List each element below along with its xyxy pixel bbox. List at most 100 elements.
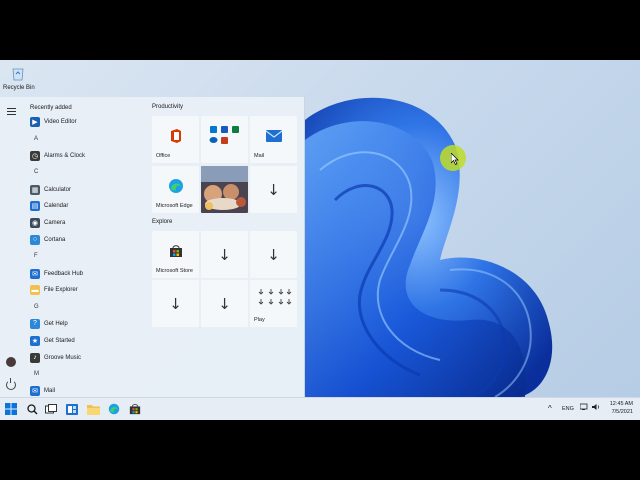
recycle-bin-icon — [9, 64, 27, 82]
widgets-icon — [66, 403, 78, 415]
play-folder-icon — [256, 288, 292, 306]
productivity-group-title: Productivity — [152, 104, 184, 110]
calendar-icon: ▤ — [30, 201, 40, 212]
file-explorer-taskbar-button[interactable] — [86, 402, 100, 416]
app-list-item-label: Get Started — [44, 337, 75, 344]
tile-downloading-2[interactable]: ↓ — [201, 231, 248, 278]
desktop-icon-recycle-bin[interactable]: Recycle Bin — [3, 64, 35, 91]
app-list-item[interactable]: ▦ Calculator — [22, 181, 147, 198]
desktop-screen: Recycle Bin Recently added ▶ Video Editor A… — [0, 60, 640, 420]
app-list-item-label: Video Editor — [44, 119, 77, 126]
start-button[interactable] — [4, 402, 18, 416]
tile-office-apps-folder[interactable] — [201, 116, 248, 163]
power-icon[interactable] — [6, 378, 16, 390]
feedback-hub-icon: ✉ — [30, 268, 40, 279]
app-list-item-label: Alarms & Clock — [44, 152, 86, 159]
app-list-item-label: Mail — [44, 388, 56, 395]
download-arrow-icon: ↓ — [169, 294, 182, 313]
app-list-item[interactable]: ? Get Help — [22, 316, 147, 333]
help-icon: ? — [30, 318, 40, 329]
tile-downloading-1[interactable]: ↓ — [250, 166, 297, 213]
app-list-letter-header[interactable]: C — [22, 164, 147, 181]
edge-icon — [168, 178, 184, 194]
app-list-letter-header[interactable]: G — [22, 299, 147, 316]
tile-office-label: Office — [156, 153, 171, 159]
app-list-item-label: Feedback Hub — [44, 270, 84, 277]
tile-downloading-4[interactable]: ↓ — [152, 280, 199, 327]
windows-logo-icon — [5, 403, 17, 415]
download-arrow-icon: ↓ — [267, 180, 280, 199]
app-list-item-label: Get Help — [44, 320, 68, 327]
tile-photos[interactable] — [201, 166, 248, 213]
tile-downloading-3[interactable]: ↓ — [250, 231, 297, 278]
folder-icon: ▬ — [30, 285, 40, 296]
tile-play-folder[interactable]: Play — [250, 280, 297, 327]
tile-microsoft-edge[interactable]: Microsoft Edge — [152, 166, 199, 213]
recycle-bin-label: Recycle Bin — [3, 85, 35, 91]
clock-icon: ◷ — [30, 150, 40, 161]
download-arrow-icon: ↓ — [218, 245, 231, 264]
tile-mail-label: Mail — [254, 153, 265, 159]
office-icon — [168, 128, 184, 144]
tile-mail[interactable]: Mail — [250, 116, 297, 163]
tile-play-label: Play — [254, 317, 265, 323]
app-list-item[interactable]: ◷ Alarms & Clock — [22, 148, 147, 165]
folder-icon — [86, 404, 100, 415]
get-started-icon: ★ — [30, 335, 40, 346]
tile-office[interactable]: Office — [152, 116, 199, 163]
app-list-item[interactable]: ◉ Camera — [22, 215, 147, 232]
clock-time: 12:45 AM — [609, 401, 633, 407]
taskbar: ^ ENG 12:45 AM 7/5/2021 — [0, 397, 640, 420]
app-list-item[interactable]: ▶ Video Editor — [22, 114, 147, 131]
clock[interactable]: 12:45 AM 7/5/2021 — [607, 401, 633, 415]
cortana-icon: ○ — [30, 234, 40, 245]
app-list-item[interactable]: ♪ Groove Music — [22, 349, 147, 366]
user-avatar[interactable] — [6, 357, 16, 367]
app-list-item[interactable]: ✉ Feedback Hub — [22, 265, 147, 282]
mail-icon: ✉ — [30, 386, 40, 397]
app-list-letter-header[interactable]: M — [22, 366, 147, 383]
camera-icon: ◉ — [30, 218, 40, 229]
store-icon — [129, 404, 141, 415]
download-arrow-icon: ↓ — [218, 294, 231, 313]
app-list-item[interactable]: ▬ File Explorer — [22, 282, 147, 299]
tile-downloading-5[interactable]: ↓ — [201, 280, 248, 327]
app-list-item-label: Camera — [44, 220, 66, 227]
task-view-button[interactable] — [44, 402, 58, 416]
widgets-button[interactable] — [65, 402, 79, 416]
app-list-item[interactable]: ★ Get Started — [22, 332, 147, 349]
start-menu: Recently added ▶ Video Editor A ◷ Alarms & Cl… — [0, 97, 305, 397]
explore-group-title: Explore — [152, 219, 173, 225]
store-icon — [169, 244, 183, 258]
music-icon: ♪ — [30, 352, 40, 363]
search-icon — [26, 403, 37, 414]
clock-date: 7/5/2021 — [611, 409, 633, 415]
hamburger-menu-icon[interactable] — [7, 108, 16, 117]
app-list-item-label: Calendar — [44, 203, 69, 210]
app-list-letter-header[interactable]: A — [22, 131, 147, 148]
search-button[interactable] — [25, 402, 39, 416]
app-list-item[interactable]: ▤ Calendar — [22, 198, 147, 215]
tile-microsoft-store[interactable]: Microsoft Store — [152, 231, 199, 278]
app-list-letter-header[interactable]: F — [22, 248, 147, 265]
edge-icon — [108, 403, 120, 415]
app-list-item[interactable]: ○ Cortana — [22, 232, 147, 249]
volume-icon[interactable] — [592, 403, 601, 413]
app-list-item-label: File Explorer — [44, 287, 78, 294]
store-taskbar-button[interactable] — [128, 402, 142, 416]
show-hidden-icons-chevron-icon[interactable]: ^ — [548, 404, 552, 413]
tile-store-label: Microsoft Store — [156, 268, 193, 274]
edge-taskbar-button[interactable] — [107, 402, 121, 416]
photo-thumbnail — [201, 166, 248, 213]
all-apps-list: Recently added ▶ Video Editor A ◷ Alarms & Cl… — [22, 102, 147, 400]
tile-edge-label: Microsoft Edge — [156, 203, 193, 209]
start-rail — [0, 97, 22, 397]
video-editor-icon: ▶ — [30, 117, 40, 128]
network-icon[interactable] — [579, 403, 588, 413]
language-indicator[interactable]: ENG — [562, 406, 574, 412]
mail-icon — [265, 129, 282, 142]
app-list-item-label: Calculator — [44, 186, 72, 193]
calculator-icon: ▦ — [30, 184, 40, 195]
office-apps-icon — [208, 124, 242, 146]
task-view-icon — [45, 404, 57, 414]
